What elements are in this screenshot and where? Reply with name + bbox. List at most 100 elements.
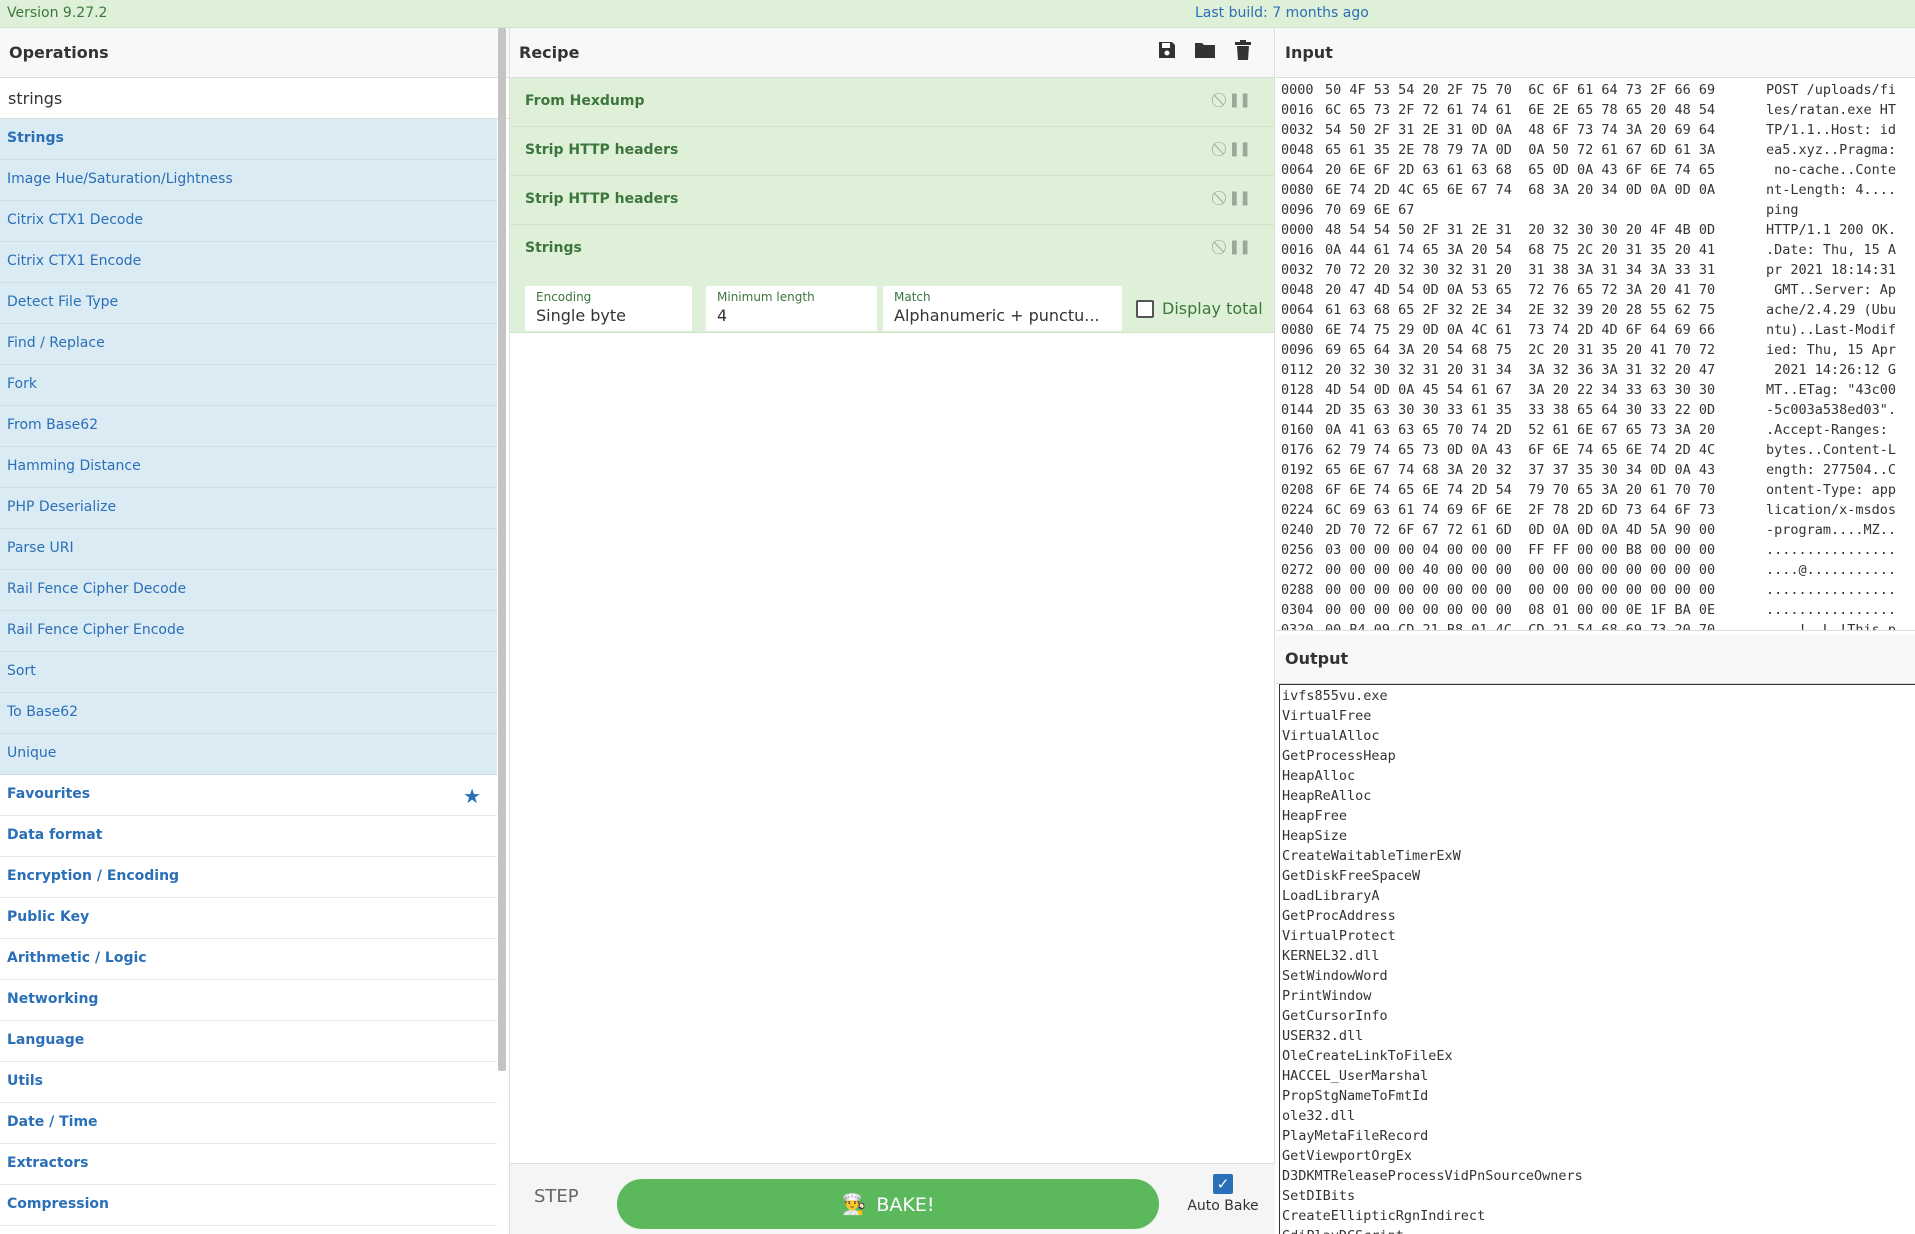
recipe-op-strings[interactable]: Strings ⃠ ❚❚ Encoding Single byte Minimu…: [510, 225, 1274, 333]
encoding-value: Single byte: [536, 306, 627, 325]
recipe-op-strip-http-headers[interactable]: Strip HTTP headers ⃠ ❚❚: [510, 127, 1274, 176]
top-bar: Version 9.27.2 Last build: 7 months ago: [0, 0, 1915, 28]
hexdump-bytes: 00 00 00 00 00 00 00 00 08 01 00 00 0E 1…: [1325, 602, 1716, 618]
auto-bake-toggle[interactable]: ✓ Auto Bake: [1183, 1174, 1263, 1214]
category-language[interactable]: Language: [0, 1021, 497, 1062]
category-encryption-encoding[interactable]: Encryption / Encoding: [0, 857, 497, 898]
op-result[interactable]: Citrix CTX1 Decode: [0, 201, 497, 242]
op-result[interactable]: Hamming Distance: [0, 447, 497, 488]
hexdump-offset: 0112: [1281, 362, 1314, 378]
trash-icon[interactable]: [1232, 40, 1254, 62]
category-networking[interactable]: Networking: [0, 980, 497, 1021]
output-line: PropStgNameToFmtId: [1282, 1088, 1429, 1104]
auto-bake-label: Auto Bake: [1187, 1198, 1259, 1214]
hexdump-row: 0304 00 00 00 00 00 00 00 00 08 01 00 00 …: [1281, 602, 1911, 622]
pause-icon[interactable]: ❚❚: [1229, 239, 1251, 255]
hexdump-row: 0096 70 69 6E 67 ping: [1281, 202, 1911, 222]
op-result[interactable]: Fork: [0, 365, 497, 406]
save-icon[interactable]: [1156, 40, 1178, 62]
hexdump-ascii: HTTP/1.1 200 OK.: [1766, 222, 1897, 238]
output-line: D3DKMTReleaseProcessVidPnSourceOwners: [1282, 1168, 1583, 1184]
op-result[interactable]: Find / Replace: [0, 324, 497, 365]
hexdump-bytes: 65 61 35 2E 78 79 7A 0D 0A 50 72 61 67 6…: [1325, 142, 1716, 158]
checkbox-icon[interactable]: [1136, 299, 1154, 318]
hexdump-ascii: ontent-Type: app: [1766, 482, 1897, 498]
operations-scrollbar[interactable]: [498, 28, 506, 1071]
recipe-header: Recipe: [510, 28, 1274, 78]
minimum-length-label: Minimum length: [717, 290, 815, 304]
op-result[interactable]: Sort: [0, 652, 497, 693]
pause-icon[interactable]: ❚❚: [1229, 141, 1251, 157]
category-favourites[interactable]: Favourites ★: [0, 775, 497, 816]
output-line: CreateEllipticRgnIndirect: [1282, 1208, 1486, 1224]
category-compression[interactable]: Compression: [0, 1185, 497, 1226]
hexdump-offset: 0016: [1281, 102, 1314, 118]
hexdump-row: 0208 6F 6E 74 65 6E 74 2D 54 79 70 65 3A …: [1281, 482, 1911, 502]
hexdump-row: 0112 20 32 30 32 31 20 31 34 3A 32 36 3A …: [1281, 362, 1911, 382]
op-result[interactable]: Parse URI: [0, 529, 497, 570]
search-input[interactable]: [0, 78, 509, 118]
hexdump-bytes: 00 B4 09 CD 21 B8 01 4C CD 21 54 68 69 7…: [1325, 622, 1716, 631]
hexdump-ascii: ................: [1766, 602, 1897, 618]
recipe-op-from-hexdump[interactable]: From Hexdump ⃠ ❚❚: [510, 78, 1274, 127]
hexdump-bytes: 54 50 2F 31 2E 31 0D 0A 48 6F 73 74 3A 2…: [1325, 122, 1716, 138]
hexdump-offset: 0048: [1281, 282, 1314, 298]
recipe-op-strip-http-headers[interactable]: Strip HTTP headers ⃠ ❚❚: [510, 176, 1274, 225]
op-result[interactable]: PHP Deserialize: [0, 488, 497, 529]
op-result[interactable]: Rail Fence Cipher Decode: [0, 570, 497, 611]
op-result[interactable]: From Base62: [0, 406, 497, 447]
last-build-link[interactable]: Last build: 7 months ago: [1195, 5, 1369, 21]
output-textarea[interactable]: ivfs855vu.exe VirtualFree VirtualAlloc GetP…: [1279, 684, 1915, 1234]
pause-icon[interactable]: ❚❚: [1229, 190, 1251, 206]
category-public-key[interactable]: Public Key: [0, 898, 497, 939]
input-textarea[interactable]: 0000 50 4F 53 54 20 2F 75 70 6C 6F 61 64 …: [1276, 78, 1915, 631]
op-result[interactable]: Strings: [0, 119, 497, 160]
hexdump-ascii: -5c003a538ed03".: [1766, 402, 1897, 418]
output-line: HeapFree: [1282, 808, 1348, 824]
match-select[interactable]: Match Alphanumeric + punctu...: [883, 286, 1122, 331]
hexdump-offset: 0064: [1281, 162, 1314, 178]
op-result[interactable]: To Base62: [0, 693, 497, 734]
category-data-format[interactable]: Data format: [0, 816, 497, 857]
category-extractors[interactable]: Extractors: [0, 1144, 497, 1185]
output-line: ole32.dll: [1282, 1108, 1356, 1124]
hexdump-bytes: 70 69 6E 67: [1325, 202, 1415, 218]
hexdump-bytes: 03 00 00 00 04 00 00 00 FF FF 00 00 B8 0…: [1325, 542, 1716, 558]
op-result[interactable]: Detect File Type: [0, 283, 497, 324]
op-result[interactable]: Unique: [0, 734, 497, 775]
output-line: ivfs855vu.exe: [1282, 688, 1388, 704]
display-total-checkbox[interactable]: Display total: [1136, 299, 1263, 318]
hexdump-row: 0080 6E 74 75 29 0D 0A 4C 61 73 74 2D 4D …: [1281, 322, 1911, 342]
output-line: CreateWaitableTimerExW: [1282, 848, 1461, 864]
io-panel: Input 0000 50 4F 53 54 20 2F 75 70 6C 6F …: [1276, 28, 1915, 1234]
checkbox-checked-icon[interactable]: ✓: [1213, 1174, 1233, 1194]
folder-icon[interactable]: [1194, 40, 1216, 62]
hexdump-offset: 0080: [1281, 322, 1314, 338]
category-arithmetic-logic[interactable]: Arithmetic / Logic: [0, 939, 497, 980]
output-line: GetProcAddress: [1282, 908, 1396, 924]
hexdump-bytes: 0A 44 61 74 65 3A 20 54 68 75 2C 20 31 3…: [1325, 242, 1716, 258]
category-label: Favourites: [7, 786, 91, 802]
category-date-time[interactable]: Date / Time: [0, 1103, 497, 1144]
pause-icon[interactable]: ❚❚: [1229, 92, 1251, 108]
bake-button[interactable]: 👨‍🍳 BAKE!: [617, 1179, 1159, 1229]
output-line: GetViewportOrgEx: [1282, 1148, 1413, 1164]
op-result[interactable]: Image Hue/Saturation/Lightness: [0, 160, 497, 201]
op-result[interactable]: Rail Fence Cipher Encode: [0, 611, 497, 652]
cyberchef-app: Version 9.27.2 Last build: 7 months ago …: [0, 0, 1915, 1234]
hexdump-ascii: ................: [1766, 582, 1897, 598]
hexdump-bytes: 50 4F 53 54 20 2F 75 70 6C 6F 61 64 73 2…: [1325, 82, 1716, 98]
hexdump-row: 0000 48 54 54 50 2F 31 2E 31 20 32 30 30 …: [1281, 222, 1911, 242]
output-line: GdiPlayDCScript: [1282, 1226, 1915, 1234]
minimum-length-input[interactable]: Minimum length 4: [706, 286, 877, 331]
hexdump-bytes: 62 79 74 65 73 0D 0A 43 6F 6E 74 65 6E 7…: [1325, 442, 1716, 458]
hexdump-ascii: MT..ETag: "43c00: [1766, 382, 1897, 398]
hexdump-row: 0240 2D 70 72 6F 67 72 61 6D 0D 0A 0D 0A …: [1281, 522, 1911, 542]
encoding-select[interactable]: Encoding Single byte: [525, 286, 692, 331]
step-button[interactable]: STEP: [534, 1186, 579, 1207]
output-line: HeapAlloc: [1282, 768, 1356, 784]
output-line: HACCEL_UserMarshal: [1282, 1068, 1429, 1084]
op-result[interactable]: Citrix CTX1 Encode: [0, 242, 497, 283]
category-utils[interactable]: Utils: [0, 1062, 497, 1103]
hexdump-bytes: 2D 35 63 30 30 33 61 35 33 38 65 64 30 3…: [1325, 402, 1716, 418]
